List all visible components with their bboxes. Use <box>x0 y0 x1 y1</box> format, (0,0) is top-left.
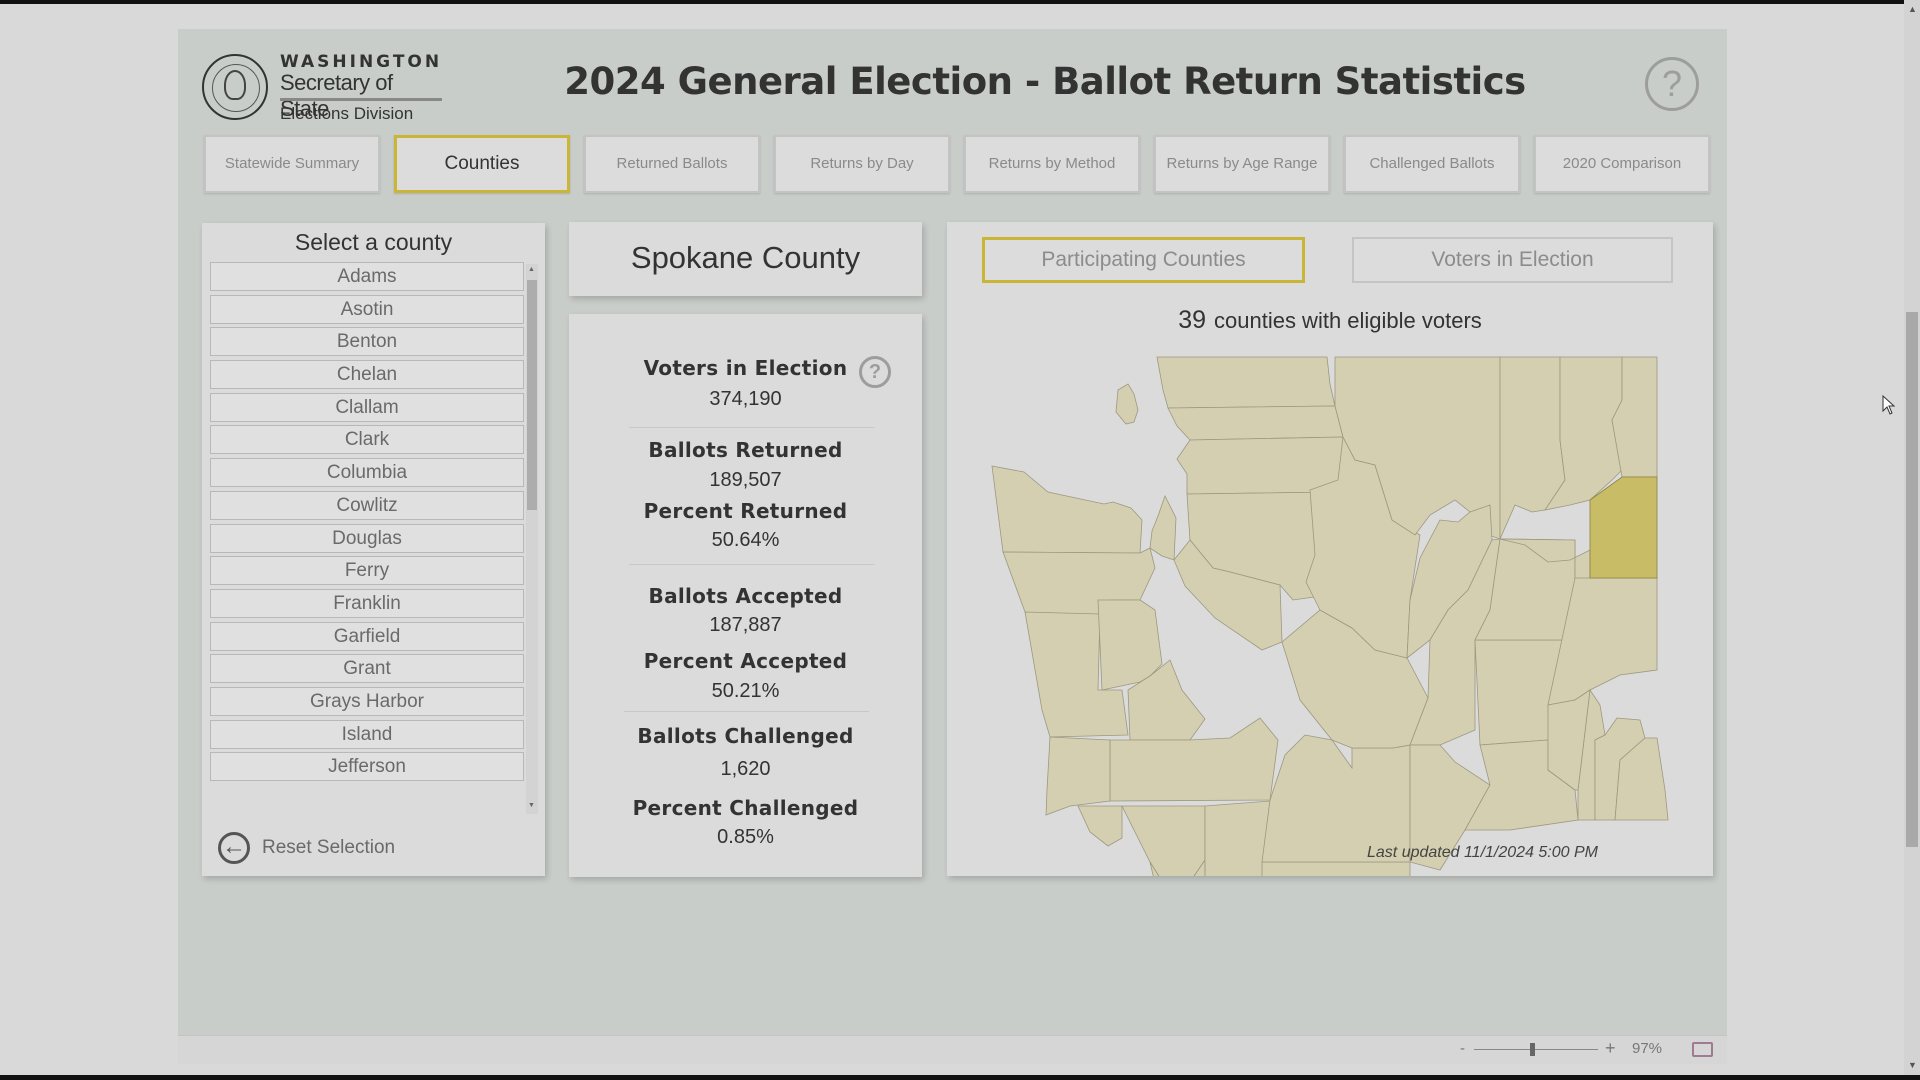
washington-county-map <box>991 356 1669 876</box>
stat-value-voters: 374,190 <box>709 388 782 410</box>
county-item-franklin[interactable]: Franklin <box>210 588 524 618</box>
county-shape-spokane[interactable] <box>1589 476 1658 579</box>
county-item-island[interactable]: Island <box>210 719 524 749</box>
county-list-scrollbar[interactable]: ▲ ▼ <box>526 264 538 814</box>
mouse-cursor-icon <box>1882 395 1896 415</box>
reset-selection-button[interactable]: ← Reset Selection <box>218 828 395 868</box>
county-item-chelan[interactable]: Chelan <box>210 360 524 390</box>
stat-label-percent-challenged: Percent Challenged <box>632 796 859 820</box>
stat-value-percent-challenged: 0.85% <box>717 826 774 848</box>
tab-2020-comparison[interactable]: 2020 Comparison <box>1534 135 1710 193</box>
zoom-in-button[interactable]: + <box>1605 1038 1616 1059</box>
zoom-slider-thumb[interactable] <box>1530 1043 1536 1056</box>
county-item-douglas[interactable]: Douglas <box>210 523 524 553</box>
county-shape-wahkiakum[interactable] <box>1077 805 1123 847</box>
tab-returned-ballots[interactable]: Returned Ballots <box>584 135 760 193</box>
county-item-jefferson[interactable]: Jefferson <box>210 752 524 782</box>
logo-line-washington: WASHINGTON <box>280 52 443 72</box>
voters-help-button[interactable]: ? <box>859 356 891 388</box>
county-shape-skagit[interactable] <box>1167 405 1344 441</box>
county-item-grant[interactable]: Grant <box>210 654 524 684</box>
stat-label-ballots-returned: Ballots Returned <box>648 438 843 462</box>
reset-selection-label: Reset Selection <box>262 837 396 858</box>
county-item-clallam[interactable]: Clallam <box>210 392 524 422</box>
county-item-garfield[interactable]: Garfield <box>210 621 524 651</box>
logo-divider <box>280 98 442 101</box>
stats-divider <box>629 427 874 428</box>
last-updated-text: Last updated 11/1/2024 5:00 PM <box>1367 844 1598 861</box>
stat-label-percent-accepted: Percent Accepted <box>643 649 848 673</box>
county-shape-san-juan[interactable] <box>1115 383 1139 425</box>
arrow-left-circle-icon: ← <box>218 832 250 864</box>
county-item-adams[interactable]: Adams <box>210 262 524 291</box>
tab-counties[interactable]: Counties <box>394 135 570 193</box>
county-selector-heading: Select a county <box>294 229 453 255</box>
county-item-benton[interactable]: Benton <box>210 327 524 357</box>
county-item-asotin[interactable]: Asotin <box>210 294 524 324</box>
county-shape-whatcom[interactable] <box>1156 356 1336 409</box>
county-item-clark[interactable]: Clark <box>210 425 524 455</box>
fit-to-page-icon[interactable] <box>1692 1042 1713 1057</box>
scroll-down-arrow-icon[interactable]: ▼ <box>1908 1060 1917 1070</box>
county-shape-yakima[interactable] <box>1261 734 1411 863</box>
tab-returns-by-age-range[interactable]: Returns by Age Range <box>1154 135 1330 193</box>
stat-label-ballots-challenged: Ballots Challenged <box>637 724 854 748</box>
tab-returns-by-day[interactable]: Returns by Day <box>774 135 950 193</box>
stat-value-percent-returned: 50.64% <box>711 529 780 551</box>
county-selector-panel: Select a county Adams Asotin Benton Chel… <box>202 223 545 876</box>
county-item-ferry[interactable]: Ferry <box>210 556 524 586</box>
stats-divider <box>629 564 874 565</box>
tab-statewide-summary[interactable]: Statewide Summary <box>204 135 380 193</box>
scroll-up-arrow-icon[interactable]: ▲ <box>528 266 535 273</box>
county-shape-ferry[interactable] <box>1499 356 1566 540</box>
page-scrollbar[interactable]: ▲ ▼ <box>1904 0 1920 1075</box>
sos-logo: WASHINGTON Secretary of State Elections … <box>202 52 442 124</box>
county-shape-clallam[interactable] <box>991 465 1143 554</box>
logo-line-division: Elections Division <box>280 104 414 123</box>
county-shape-pacific[interactable] <box>1045 736 1111 816</box>
window-bottom-bar <box>0 1075 1920 1080</box>
stat-label-ballots-accepted: Ballots Accepted <box>648 584 843 608</box>
county-map-card: Participating Counties Voters in Electio… <box>947 222 1713 876</box>
stat-value-ballots-returned: 189,507 <box>709 469 782 491</box>
county-item-grays-harbor[interactable]: Grays Harbor <box>210 686 524 716</box>
stat-label-percent-returned: Percent Returned <box>643 499 848 523</box>
county-shape-cowlitz[interactable] <box>1121 805 1206 876</box>
tab-returns-by-method[interactable]: Returns by Method <box>964 135 1140 193</box>
scroll-down-arrow-icon[interactable]: ▼ <box>528 802 535 809</box>
tab-challenged-ballots[interactable]: Challenged Ballots <box>1344 135 1520 193</box>
zoom-slider[interactable] <box>1474 1049 1598 1050</box>
county-stats-card: Voters in Election ? 374,190 Ballots Ret… <box>569 314 922 877</box>
selected-county-card: Spokane County <box>569 222 922 296</box>
help-button[interactable]: ? <box>1645 57 1699 111</box>
scroll-up-arrow-icon[interactable]: ▲ <box>1908 4 1917 14</box>
page-scroll-thumb[interactable] <box>1906 312 1918 847</box>
county-shape-klickitat[interactable] <box>1261 861 1411 876</box>
question-circle-icon: ? <box>1661 63 1683 104</box>
stat-value-ballots-accepted: 187,887 <box>709 614 782 636</box>
county-shape-kitsap[interactable] <box>1149 494 1177 561</box>
window-top-bar <box>0 0 1920 4</box>
page-title: 2024 General Election - Ballot Return St… <box>564 60 1526 103</box>
county-list: Adams Asotin Benton Chelan Clallam Clark… <box>210 262 524 782</box>
stats-divider <box>624 711 869 712</box>
state-seal-icon <box>202 54 268 120</box>
county-list-scroll-thumb[interactable] <box>527 280 537 510</box>
county-item-cowlitz[interactable]: Cowlitz <box>210 490 524 520</box>
county-item-columbia[interactable]: Columbia <box>210 458 524 488</box>
zoom-level: 97% <box>1632 1040 1663 1057</box>
stat-value-ballots-challenged: 1,620 <box>720 758 771 780</box>
selected-county-name: Spokane County <box>630 240 861 275</box>
zoom-out-button[interactable]: - <box>1460 1040 1465 1057</box>
stat-value-percent-accepted: 50.21% <box>711 680 780 702</box>
question-circle-icon: ? <box>868 361 882 383</box>
